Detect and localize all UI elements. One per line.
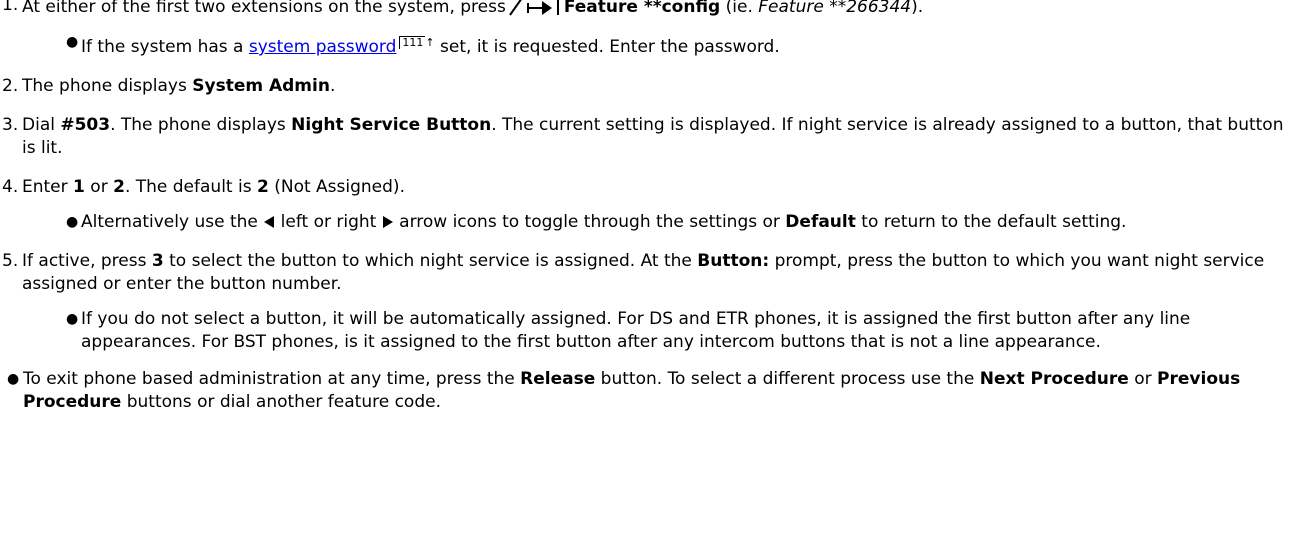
step-4-subitem: ● Alternatively use the left or right ar… (22, 211, 1292, 234)
step-text: At either of the first two extensions on… (22, 0, 1292, 19)
page-reference-arrow-icon: ↑ (425, 36, 435, 49)
next-procedure-label: Next Procedure (979, 369, 1129, 389)
bullet-icon: ● (7, 371, 20, 387)
step-3: 3. Dial #503. The phone displays Night S… (0, 114, 1292, 160)
step-5-text-pre: If active, press (22, 251, 152, 271)
procedure-steps: 1. At either of the first two extensions… (0, 0, 1292, 354)
exit-note-text-mid2: or (1128, 369, 1158, 389)
step-1-text-mid: (ie. (720, 0, 759, 17)
step-number: 1. (2, 0, 19, 15)
right-arrow-icon (382, 216, 393, 228)
exit-note-text-post: buttons or dial another feature code. (121, 392, 441, 412)
release-button-label: Release (520, 369, 596, 389)
step-1-text-pre: At either of the first two extensions on… (22, 0, 506, 17)
exit-note-text-pre: To exit phone based administration at an… (23, 369, 521, 389)
subitem-text-post: set, it is requested. Enter the password… (434, 37, 780, 57)
step-4: 4. Enter 1 or 2. The default is 2 (Not A… (0, 176, 1292, 234)
step-text: Enter 1 or 2. The default is 2 (Not Assi… (22, 176, 1292, 199)
step-1: 1. At either of the first two extensions… (0, 0, 1292, 59)
subitem-text: If you do not select a button, it will b… (81, 309, 1191, 352)
bullet-icon: ● (66, 214, 79, 230)
option-3: 3 (151, 251, 164, 271)
system-password-link[interactable]: system password (249, 37, 397, 57)
step-text: If active, press 3 to select the button … (22, 250, 1292, 296)
step-2-text-pre: The phone displays (22, 76, 193, 96)
feature-config-code: Feature **config (563, 0, 721, 17)
subitem-text-pre: If the system has a (81, 37, 249, 57)
option-2: 2 (113, 177, 125, 197)
step-3-text-pre: Dial (22, 115, 61, 135)
step-number: 2. (2, 76, 19, 96)
step-text: The phone displays System Admin. (22, 75, 1292, 98)
subitem-text-pre: Alternatively use the (81, 212, 264, 232)
option-1: 1 (73, 177, 85, 197)
exit-note: ● To exit phone based administration at … (0, 368, 1292, 414)
step-4-text-pre: Enter (22, 177, 74, 197)
default-option: 2 (256, 177, 269, 197)
step-5-subitem: ● If you do not select a button, it will… (22, 308, 1292, 354)
left-arrow-icon (264, 216, 275, 228)
feature-button-icon (509, 0, 559, 16)
subitem-text-post: to return to the default setting. (855, 212, 1127, 232)
step-text: Dial #503. The phone displays Night Serv… (22, 114, 1292, 160)
step-number: 4. (2, 177, 19, 197)
step-4-text-post: (Not Assigned). (268, 177, 405, 197)
step-number: 5. (2, 251, 19, 271)
display-system-admin: System Admin (192, 76, 330, 96)
step-4-text-mid2: . The default is (124, 177, 257, 197)
display-night-service-button: Night Service Button (291, 115, 492, 135)
page-reference[interactable]: 111 (399, 36, 426, 49)
step-2: 2. The phone displays System Admin. (0, 75, 1292, 98)
step-1-subitem: ● If the system has a system password 111… (22, 31, 1292, 59)
step-2-text-post: . (329, 76, 336, 96)
step-1-text-post: ). (911, 0, 924, 17)
dial-code: #503 (60, 115, 111, 135)
step-5-text-mid: to select the button to which night serv… (163, 251, 698, 271)
subitem-text-mid2: arrow icons to toggle through the settin… (393, 212, 786, 232)
default-button-label: Default (785, 212, 856, 232)
step-number: 3. (2, 115, 19, 135)
step-3-text-mid: . The phone displays (110, 115, 292, 135)
bullet-icon: ● (66, 34, 79, 50)
feature-code-example: Feature **266344 (758, 0, 912, 17)
step-5: 5. If active, press 3 to select the butt… (0, 250, 1292, 354)
bullet-icon: ● (66, 311, 79, 327)
procedure-content: 1. At either of the first two extensions… (0, 0, 1292, 414)
exit-note-text-mid1: button. To select a different process us… (595, 369, 980, 389)
step-4-text-mid1: or (84, 177, 114, 197)
button-prompt-label: Button: (697, 251, 770, 271)
subitem-text-mid1: left or right (275, 212, 382, 232)
